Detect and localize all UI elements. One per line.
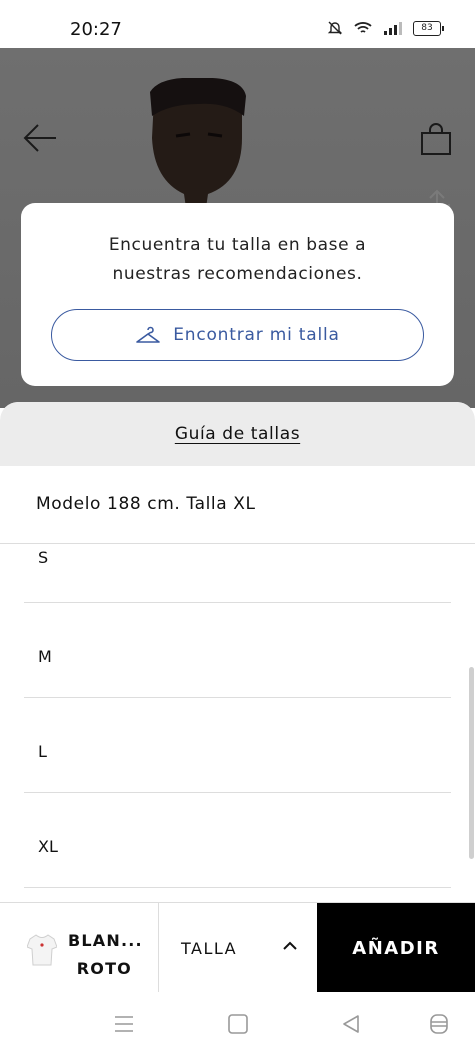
back-arrow-icon[interactable] bbox=[22, 122, 58, 154]
find-my-size-label: Encontrar mi talla bbox=[173, 325, 340, 345]
status-bar: 20:27 83 bbox=[0, 0, 475, 48]
size-option-s[interactable]: S bbox=[24, 544, 451, 603]
product-name-line-2: ROTO bbox=[76, 959, 132, 978]
menu-icon[interactable] bbox=[112, 1012, 136, 1036]
add-to-cart-button[interactable]: AÑADIR bbox=[317, 903, 475, 993]
back-icon[interactable] bbox=[339, 1012, 363, 1036]
product-name: BLAN... ROTO bbox=[68, 927, 158, 983]
size-option-label: XL bbox=[38, 837, 58, 856]
size-selector[interactable]: TALLA bbox=[159, 903, 317, 993]
home-icon[interactable] bbox=[226, 1012, 250, 1036]
size-selector-label: TALLA bbox=[181, 939, 238, 958]
status-icons: 83 bbox=[327, 20, 444, 36]
product-thumbnail[interactable] bbox=[27, 931, 57, 967]
size-option-label: L bbox=[38, 742, 47, 761]
product-name-line-1: BLAN... bbox=[68, 931, 143, 950]
size-option-label: S bbox=[38, 548, 49, 567]
signal-icon bbox=[384, 22, 402, 35]
recommendation-line-2: nuestras recomendaciones. bbox=[112, 264, 363, 284]
system-nav-bar bbox=[0, 992, 475, 1056]
purchase-action-bar: BLAN... ROTO TALLA AÑADIR bbox=[0, 902, 475, 993]
find-my-size-button[interactable]: Encontrar mi talla bbox=[51, 309, 424, 361]
size-option-label: M bbox=[38, 647, 52, 666]
chevron-up-icon bbox=[283, 941, 297, 950]
recommendation-line-1: Encuentra tu talla en base a bbox=[108, 235, 367, 255]
wifi-icon bbox=[354, 22, 372, 33]
size-recommendation-card: Encuentra tu talla en base a nuestras re… bbox=[21, 203, 454, 386]
battery-icon: 83 bbox=[413, 20, 444, 36]
size-guide-link[interactable]: Guía de tallas bbox=[0, 424, 475, 444]
status-time: 20:27 bbox=[70, 19, 122, 40]
app-screen: 20:27 83 Encuentra tu talla en base a nu… bbox=[0, 0, 475, 1056]
size-option-xl[interactable]: XL bbox=[24, 793, 451, 888]
scrollbar[interactable] bbox=[469, 667, 474, 859]
size-option-l[interactable]: L bbox=[24, 698, 451, 793]
hanger-icon bbox=[136, 326, 161, 343]
mute-bell-icon bbox=[327, 21, 343, 35]
recommendation-text: Encuentra tu talla en base a nuestras re… bbox=[21, 231, 454, 289]
model-info-text: Modelo 188 cm. Talla XL bbox=[36, 494, 256, 514]
model-photo-figure bbox=[150, 78, 246, 208]
shopping-bag-icon[interactable] bbox=[419, 122, 453, 156]
assistant-icon[interactable] bbox=[427, 1012, 451, 1036]
size-guide-bar: Guía de tallas bbox=[0, 402, 475, 466]
size-option-m[interactable]: M bbox=[24, 603, 451, 698]
size-list: S M L XL bbox=[24, 544, 451, 888]
